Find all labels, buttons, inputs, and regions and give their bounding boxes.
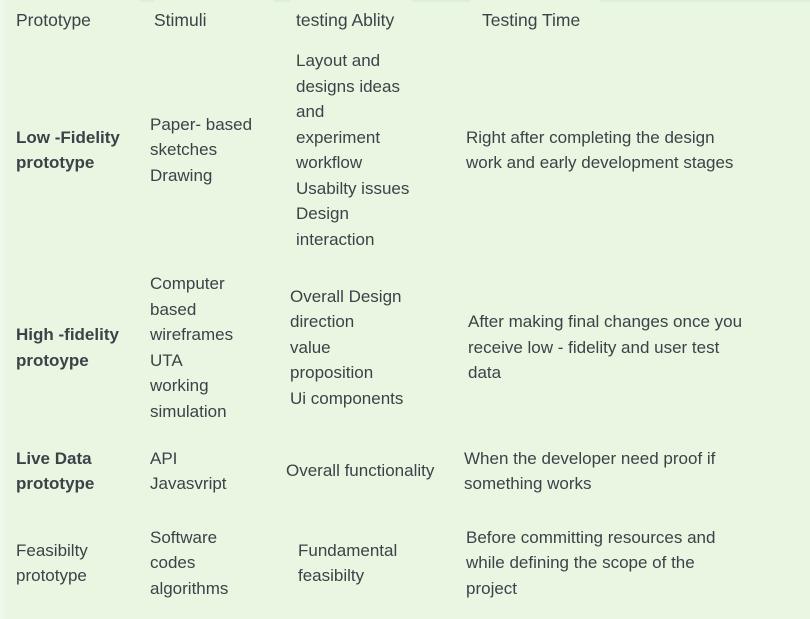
table-row: Live Data prototype API Javasvript Overa… — [0, 435, 810, 507]
testing-time-text: Right after completing the design work a… — [466, 127, 734, 173]
table-row: Low -Fidelity prototype Paper- based ske… — [0, 40, 810, 260]
prototype-comparison-table-sheet: Prototype Stimuli testing Ablity Testing… — [0, 0, 810, 619]
cell-prototype: High -fidelity protoype — [0, 260, 148, 435]
testing-ability-text: Layout and designs ideas and experiment … — [296, 51, 410, 249]
cell-stimuli: Computer based wireframes UTA working si… — [148, 260, 282, 435]
cell-stimuli: API Javasvript — [148, 435, 282, 507]
cell-testing-time: After making final changes once you rece… — [460, 260, 810, 435]
cell-testing-ability: Overall Design direction value propositi… — [282, 260, 460, 435]
testing-ability-text: Overall Design direction value propositi… — [290, 286, 404, 408]
cell-testing-ability: Layout and designs ideas and experiment … — [282, 40, 460, 260]
testing-ability-text: Overall functionality — [286, 461, 435, 481]
header-cell-stimuli: Stimuli — [148, 0, 282, 40]
stimuli-text: API Javasvript — [150, 448, 227, 494]
cell-testing-ability: Fundamental feasibilty — [282, 507, 460, 619]
cell-testing-time: Before committing resources and while de… — [460, 507, 810, 619]
cell-stimuli: Paper- based sketches Drawing — [148, 40, 282, 260]
cell-prototype: Feasibilty prototype — [0, 507, 148, 619]
stimuli-text: Computer based wireframes UTA working si… — [150, 274, 234, 421]
header-cell-testing-ability: testing Ablity — [282, 0, 460, 40]
testing-time-text: Before committing resources and while de… — [466, 527, 716, 598]
testing-time-text: After making final changes once you rece… — [468, 312, 743, 383]
comparison-table: Prototype Stimuli testing Ablity Testing… — [0, 0, 810, 619]
cell-testing-time: Right after completing the design work a… — [460, 40, 810, 260]
cell-testing-ability: Overall functionality — [282, 435, 460, 507]
cell-testing-time: When the developer need proof if somethi… — [460, 435, 810, 507]
table-header-row: Prototype Stimuli testing Ablity Testing… — [0, 0, 810, 40]
cell-stimuli: Software codes algorithms — [148, 507, 282, 619]
header-label-prototype: Prototype — [16, 10, 91, 30]
header-label-testing-time: Testing Time — [482, 10, 581, 30]
prototype-name: Feasibilty prototype — [16, 540, 88, 586]
table-row: High -fidelity protoype Computer based w… — [0, 260, 810, 435]
prototype-name: Low -Fidelity prototype — [16, 127, 120, 173]
cell-prototype: Live Data prototype — [0, 435, 148, 507]
header-label-stimuli: Stimuli — [154, 10, 207, 30]
cell-prototype: Low -Fidelity prototype — [0, 40, 148, 260]
header-label-testing-ability: testing Ablity — [296, 10, 395, 30]
stimuli-text: Paper- based sketches Drawing — [150, 114, 253, 185]
header-cell-prototype: Prototype — [0, 0, 148, 40]
table-row: Feasibilty prototype Software codes algo… — [0, 507, 810, 619]
prototype-name: High -fidelity protoype — [16, 325, 119, 370]
stimuli-text: Software codes algorithms — [150, 527, 229, 598]
testing-time-text: When the developer need proof if somethi… — [464, 448, 716, 494]
header-cell-testing-time: Testing Time — [460, 0, 810, 40]
prototype-name: Live Data prototype — [16, 448, 95, 494]
testing-ability-text: Fundamental feasibilty — [298, 540, 398, 586]
